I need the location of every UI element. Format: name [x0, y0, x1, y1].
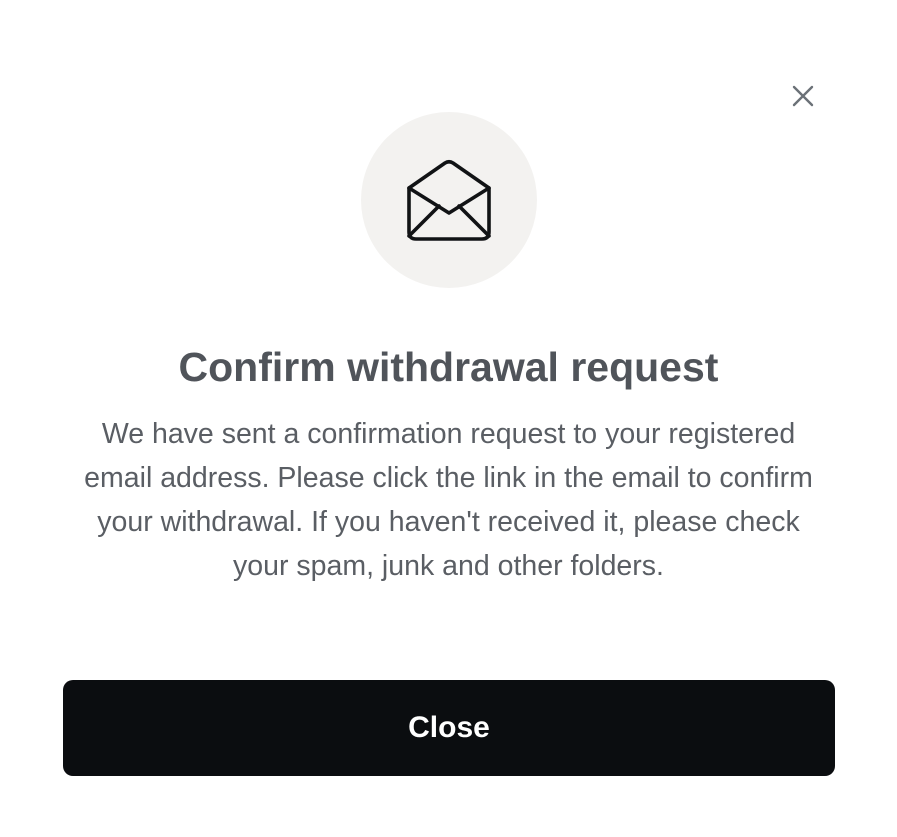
envelope-open-icon — [407, 159, 491, 241]
close-icon — [792, 85, 814, 107]
icon-badge — [361, 112, 537, 288]
close-button[interactable]: Close — [63, 680, 835, 776]
modal-title: Confirm withdrawal request — [178, 344, 719, 390]
dismiss-button[interactable] — [787, 80, 819, 112]
confirm-withdrawal-modal: Confirm withdrawal request We have sent … — [0, 0, 897, 837]
modal-message: We have sent a confirmation request to y… — [84, 418, 813, 582]
